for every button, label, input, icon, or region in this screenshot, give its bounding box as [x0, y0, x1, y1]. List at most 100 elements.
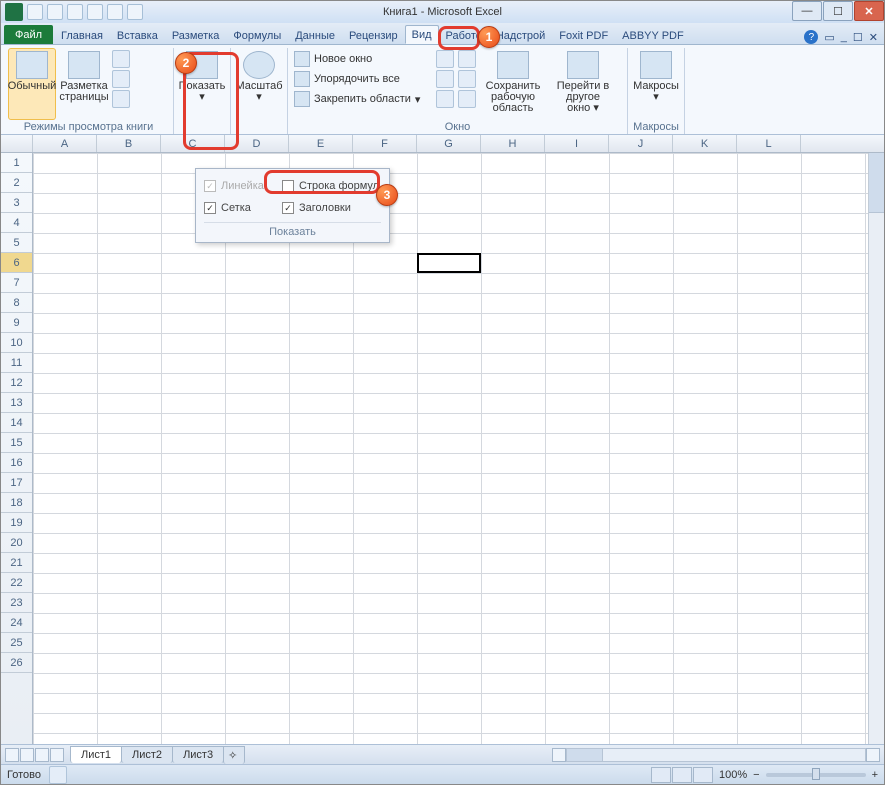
side-by-side-icon[interactable] — [458, 50, 476, 68]
new-window-button[interactable]: Новое окно — [292, 50, 432, 68]
macro-record-icon[interactable] — [49, 766, 67, 784]
active-cell[interactable] — [417, 253, 481, 273]
row-header[interactable]: 3 — [1, 193, 32, 213]
formula-bar-checkbox-row[interactable]: Строка формул — [282, 175, 381, 197]
doc-minimize-icon[interactable]: _ — [841, 31, 847, 43]
horizontal-scrollbar[interactable] — [552, 748, 880, 762]
cell-grid[interactable] — [33, 153, 884, 744]
tab-view[interactable]: Вид — [405, 25, 439, 44]
headings-checkbox-row[interactable]: ✓ Заголовки — [282, 197, 381, 219]
row-header[interactable]: 26 — [1, 653, 32, 673]
col-header[interactable]: K — [673, 135, 737, 152]
save-workspace-button[interactable]: Сохранить рабочую область — [480, 48, 546, 120]
col-header[interactable]: J — [609, 135, 673, 152]
col-header[interactable]: G — [417, 135, 481, 152]
col-header[interactable]: C — [161, 135, 225, 152]
formula-bar-checkbox[interactable] — [282, 180, 294, 192]
select-all-corner[interactable] — [1, 135, 33, 152]
doc-restore-icon[interactable]: ☐ — [853, 31, 863, 44]
ribbon-minimize-icon[interactable]: ▭ — [824, 31, 834, 44]
minimize-button[interactable]: — — [792, 1, 822, 21]
col-header[interactable]: A — [33, 135, 97, 152]
hscroll-track[interactable] — [566, 748, 866, 762]
tab-file[interactable]: Файл — [4, 25, 53, 44]
hscroll-left-icon[interactable] — [552, 748, 566, 762]
qat-save-icon[interactable] — [27, 4, 43, 20]
row-header[interactable]: 1 — [1, 153, 32, 173]
row-header[interactable]: 12 — [1, 373, 32, 393]
col-header[interactable]: D — [225, 135, 289, 152]
qat-undo-icon[interactable] — [47, 4, 63, 20]
hide-icon[interactable] — [436, 70, 454, 88]
custom-views-icon[interactable] — [112, 70, 130, 88]
row-header[interactable]: 24 — [1, 613, 32, 633]
row-header[interactable]: 9 — [1, 313, 32, 333]
hscroll-right-icon[interactable] — [866, 748, 880, 762]
zoom-in-button[interactable]: + — [872, 769, 878, 781]
zoom-slider[interactable] — [766, 773, 866, 777]
row-header[interactable]: 16 — [1, 453, 32, 473]
arrange-all-button[interactable]: Упорядочить все — [292, 70, 432, 88]
row-header[interactable]: 2 — [1, 173, 32, 193]
row-header[interactable]: 4 — [1, 213, 32, 233]
sheet-tab[interactable]: Лист2 — [121, 746, 173, 763]
help-icon[interactable]: ? — [804, 30, 818, 44]
gridlines-checkbox-row[interactable]: ✓ Сетка — [204, 197, 266, 219]
fullscreen-icon[interactable] — [112, 90, 130, 108]
row-header[interactable]: 5 — [1, 233, 32, 253]
sheet-tab[interactable]: Лист3 — [172, 746, 224, 763]
vscroll-thumb[interactable] — [869, 153, 884, 213]
zoom-out-button[interactable]: − — [753, 769, 759, 781]
row-header[interactable]: 7 — [1, 273, 32, 293]
row-header[interactable]: 22 — [1, 573, 32, 593]
sheet-nav-first-icon[interactable] — [5, 748, 19, 762]
col-header[interactable]: I — [545, 135, 609, 152]
row-header[interactable]: 20 — [1, 533, 32, 553]
qat-print-icon[interactable] — [107, 4, 123, 20]
row-header[interactable]: 14 — [1, 413, 32, 433]
page-break-icon[interactable] — [112, 50, 130, 68]
macros-button[interactable]: Макросы▾ — [632, 48, 680, 120]
page-layout-shortcut-icon[interactable] — [672, 767, 692, 783]
doc-close-icon[interactable]: ✕ — [869, 31, 878, 44]
page-break-shortcut-icon[interactable] — [693, 767, 713, 783]
tab-insert[interactable]: Вставка — [110, 26, 165, 44]
normal-view-button[interactable]: Обычный — [8, 48, 56, 120]
row-header[interactable]: 18 — [1, 493, 32, 513]
switch-windows-button[interactable]: Перейти в другое окно ▾ — [550, 48, 616, 120]
freeze-panes-button[interactable]: Закрепить области ▾ — [292, 90, 432, 108]
zoom-slider-thumb[interactable] — [812, 768, 820, 780]
qat-more-icon[interactable] — [127, 4, 143, 20]
headings-checkbox[interactable]: ✓ — [282, 202, 294, 214]
tab-foxit[interactable]: Foxit PDF — [552, 26, 615, 44]
sheet-tab[interactable]: Лист1 — [70, 746, 122, 763]
zoom-percent[interactable]: 100% — [719, 769, 747, 781]
new-sheet-button[interactable]: ✧ — [223, 746, 245, 764]
unhide-icon[interactable] — [436, 90, 454, 108]
row-header[interactable]: 15 — [1, 433, 32, 453]
vertical-scrollbar[interactable] — [868, 153, 884, 744]
tab-home[interactable]: Главная — [54, 26, 110, 44]
ruler-checkbox[interactable]: ✓ — [204, 180, 216, 192]
row-header[interactable]: 10 — [1, 333, 32, 353]
close-button[interactable]: ✕ — [854, 1, 884, 21]
row-header[interactable]: 13 — [1, 393, 32, 413]
sheet-nav-prev-icon[interactable] — [20, 748, 34, 762]
qat-open-icon[interactable] — [87, 4, 103, 20]
tab-review[interactable]: Рецензир — [342, 26, 405, 44]
col-header[interactable]: H — [481, 135, 545, 152]
qat-redo-icon[interactable] — [67, 4, 83, 20]
row-header[interactable]: 21 — [1, 553, 32, 573]
row-header[interactable]: 19 — [1, 513, 32, 533]
tab-layout[interactable]: Разметка — [165, 26, 227, 44]
row-header[interactable]: 23 — [1, 593, 32, 613]
page-layout-button[interactable]: Разметка страницы — [60, 48, 108, 120]
row-header[interactable]: 25 — [1, 633, 32, 653]
gridlines-checkbox[interactable]: ✓ — [204, 202, 216, 214]
tab-formulas[interactable]: Формулы — [226, 26, 288, 44]
hscroll-thumb[interactable] — [567, 749, 603, 761]
sheet-nav-next-icon[interactable] — [35, 748, 49, 762]
tab-data[interactable]: Данные — [288, 26, 342, 44]
row-header[interactable]: 6 — [1, 253, 32, 273]
col-header[interactable]: F — [353, 135, 417, 152]
